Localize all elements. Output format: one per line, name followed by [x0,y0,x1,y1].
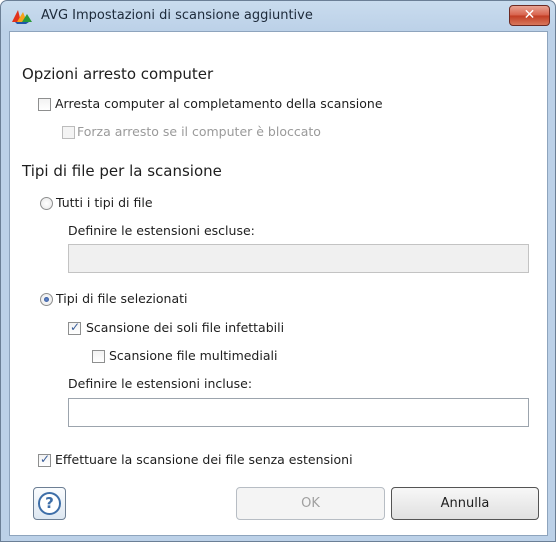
close-icon: ✕ [523,7,536,23]
media-files-label[interactable]: Scansione file multimediali [109,348,277,363]
selected-file-types-radio[interactable] [40,293,53,306]
dialog-window: AVG Impostazioni di scansione aggiuntive… [0,0,556,542]
cancel-button[interactable]: Annulla [391,487,539,520]
dialog-content: Opzioni arresto computer Arresta compute… [9,31,548,536]
help-button[interactable]: ? [33,487,66,520]
infectable-files-checkbox[interactable]: ✓ [68,320,81,335]
infectable-files-label[interactable]: Scansione dei soli file infettabili [86,320,284,335]
title-bar[interactable]: AVG Impostazioni di scansione aggiuntive… [1,1,555,31]
checkmark-icon: ✓ [70,320,81,334]
included-extensions-field[interactable] [68,398,529,427]
included-extensions-label: Definire le estensioni incluse: [68,376,253,391]
no-extension-files-checkbox[interactable]: ✓ [38,452,51,467]
ok-button: OK [236,487,385,520]
media-files-checkbox[interactable] [92,350,105,363]
shutdown-checkbox-label[interactable]: Arresta computer al completamento della … [55,96,383,111]
window-title: AVG Impostazioni di scansione aggiuntive [41,8,313,23]
force-shutdown-checkbox [62,126,75,139]
shutdown-checkbox[interactable] [38,98,51,111]
selected-file-types-label[interactable]: Tipi di file selezionati [56,291,188,306]
force-shutdown-checkbox-label: Forza arresto se il computer è bloccato [77,124,321,139]
shutdown-section-title: Opzioni arresto computer [22,65,214,83]
help-icon: ? [38,492,61,515]
all-file-types-radio[interactable] [40,197,53,210]
avg-logo-icon [12,10,32,24]
all-file-types-label[interactable]: Tutti i tipi di file [56,195,153,210]
radio-selected-dot [44,297,49,302]
no-extension-files-label[interactable]: Effettuare la scansione dei file senza e… [55,452,353,467]
checkmark-icon: ✓ [40,452,51,466]
filetypes-section-title: Tipi di file per la scansione [22,162,222,180]
close-button[interactable]: ✕ [509,5,550,26]
excluded-extensions-label: Definire le estensioni escluse: [68,223,255,238]
excluded-extensions-field [68,244,529,273]
